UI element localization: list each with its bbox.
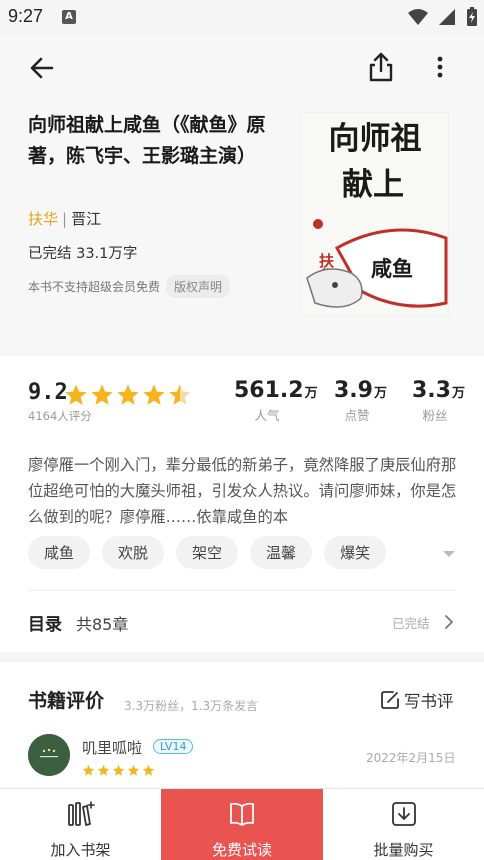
write-review-button[interactable]: 写书评	[380, 688, 454, 712]
reviewer-name[interactable]: 叽里呱啦	[82, 737, 142, 758]
star-icon	[142, 764, 155, 776]
star-icon	[117, 384, 139, 405]
star-icon	[143, 384, 165, 405]
signal-icon	[439, 9, 455, 25]
book-status: 已完结 33.1万字	[28, 246, 138, 262]
fans-unit: 万	[451, 386, 465, 401]
likes-value: 3.9	[334, 378, 373, 403]
open-book-icon	[230, 802, 254, 826]
rating-stars	[64, 383, 192, 407]
popularity-unit: 万	[304, 386, 318, 401]
section-gap	[0, 652, 484, 662]
rating-score: 9.2	[28, 380, 68, 405]
book-title: 向师祖献上咸鱼（《献鱼》原著，陈飞宇、王影璐主演）	[28, 114, 266, 167]
share-icon[interactable]	[366, 50, 396, 84]
stat-likes: 3.9万 点赞	[334, 378, 387, 424]
expand-tags-icon[interactable]	[442, 549, 456, 559]
star-icon	[112, 764, 125, 776]
stat-popularity: 561.2万 人气	[234, 378, 318, 424]
fans-label: 粉丝	[422, 408, 448, 423]
download-icon	[391, 802, 416, 826]
book-intro[interactable]: 廖停雁一个刚入门，辈分最低的新弟子，竟然降服了庚辰仙府那位超绝可怕的大魔头师祖，…	[28, 452, 460, 530]
bookshelf-icon	[67, 801, 95, 826]
status-time: 9:27	[8, 6, 44, 26]
reviews-title: 书籍评价	[28, 690, 105, 712]
toc-count: 共85章	[76, 615, 129, 634]
bulk-buy-button[interactable]: 批量购买	[323, 789, 484, 860]
book-cover[interactable]: 向师祖 献上 扶华 咸鱼	[300, 112, 449, 316]
reviews-meta: 3.3万粉丝，1.3万条发言	[124, 699, 259, 713]
rating-count: 4164人评分	[28, 409, 92, 423]
back-arrow-icon[interactable]	[26, 52, 58, 84]
toc-status: 已完结	[392, 616, 430, 631]
write-review-label: 写书评	[404, 692, 454, 711]
add-to-shelf-button[interactable]: 加入书架	[0, 789, 161, 860]
tag-chip[interactable]: 欢脱	[102, 536, 165, 569]
edit-icon	[381, 691, 399, 709]
status-icons	[408, 7, 478, 27]
free-trial-button[interactable]: 免费试读	[161, 789, 323, 860]
cover-line2: 献上	[342, 167, 404, 203]
chevron-right-icon	[445, 615, 453, 629]
star-icon	[97, 764, 110, 776]
publisher-label: 晋江	[71, 210, 102, 228]
popularity-value: 561.2	[234, 378, 304, 403]
tag-chip[interactable]: 架空	[176, 536, 239, 569]
review-stars	[82, 764, 155, 777]
half-star-icon	[169, 384, 191, 405]
copyright-button[interactable]: 版权声明	[166, 275, 231, 298]
cover-art: 向师祖 献上 扶华 咸鱼	[301, 113, 448, 315]
level-badge: LV14	[153, 739, 194, 754]
stat-fans: 3.3万 粉丝	[412, 378, 465, 424]
bottom-action-bar: 加入书架 免费试读 批量购买	[0, 788, 484, 860]
star-icon	[91, 384, 113, 405]
likes-unit: 万	[373, 386, 387, 401]
star-icon	[82, 764, 95, 776]
review-date: 2022年2月15日	[366, 751, 456, 765]
author-line: 扶华 | 晋江	[28, 208, 101, 229]
more-vertical-icon[interactable]	[428, 52, 452, 82]
author-link[interactable]: 扶华	[28, 210, 58, 228]
divider	[28, 590, 456, 591]
bulk-buy-label: 批量购买	[373, 841, 434, 859]
wifi-icon	[408, 9, 428, 25]
vip-note: 本书不支持超级会员免费	[28, 280, 161, 294]
star-icon	[127, 764, 140, 776]
author-separator: |	[62, 210, 68, 228]
battery-icon	[467, 7, 477, 26]
tag-chip[interactable]: 温馨	[250, 536, 313, 569]
star-icon	[65, 384, 87, 405]
toc-label: 目录	[28, 615, 62, 635]
tag-list: 咸鱼 欢脱 架空 温馨 爆笑	[28, 536, 387, 569]
free-trial-label: 免费试读	[211, 841, 272, 859]
avatar[interactable]	[28, 734, 70, 776]
status-bar: 9:27 A	[0, 0, 484, 34]
cover-tag: 咸鱼	[371, 257, 413, 281]
tag-chip[interactable]: 咸鱼	[28, 536, 91, 569]
notification-icon: A	[62, 10, 76, 24]
vip-line: 本书不支持超级会员免费 版权声明	[28, 275, 231, 298]
fans-value: 3.3	[412, 378, 451, 403]
popularity-label: 人气	[254, 408, 280, 423]
tag-chip[interactable]: 爆笑	[324, 536, 387, 569]
add-to-shelf-label: 加入书架	[50, 841, 111, 859]
cover-line1: 向师祖	[329, 121, 422, 157]
likes-label: 点赞	[344, 408, 370, 423]
